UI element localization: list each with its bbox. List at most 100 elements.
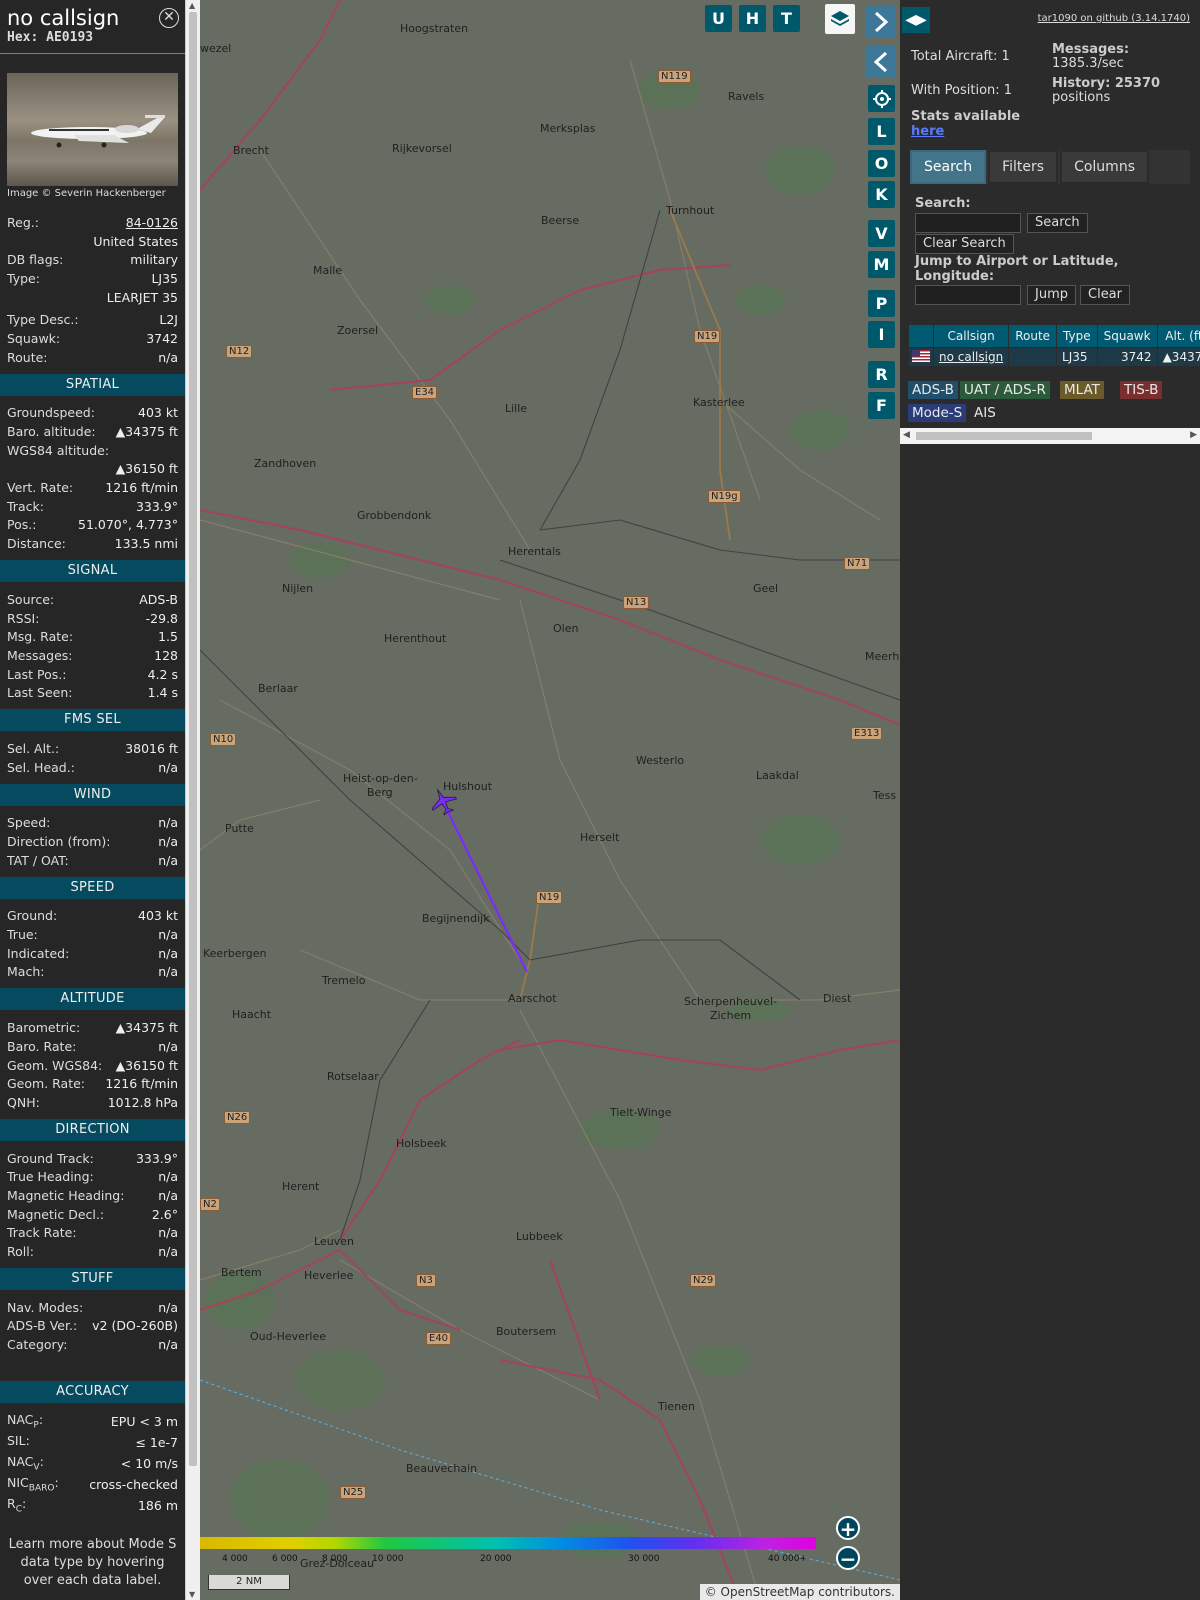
road-label: N119 (658, 70, 691, 83)
road-label: N26 (224, 1111, 251, 1124)
info-value: < 10 m/s (120, 1455, 178, 1471)
clear-button[interactable]: Clear (1080, 285, 1130, 305)
history-label: History: 25370 (1052, 76, 1161, 91)
place-label: Herentals (508, 545, 561, 558)
zoom-out-button[interactable]: − (836, 1546, 860, 1570)
place-label: Beerse (541, 214, 580, 227)
cell-callsign[interactable]: no callsign (932, 347, 1010, 367)
info-label: Vert. Rate: (7, 480, 74, 496)
info-label: Type Desc.: (7, 312, 79, 328)
place-label: Beauvechain (406, 1462, 478, 1475)
map-button-o[interactable]: O (868, 150, 895, 177)
place-label: Keerbergen (203, 947, 267, 960)
column-header[interactable]: Route (1008, 324, 1058, 348)
map-button-l[interactable]: L (868, 118, 895, 145)
source-badge: UAT / ADS-R (960, 381, 1050, 399)
info-value: n/a (158, 964, 178, 980)
aircraft-photo[interactable] (7, 73, 178, 186)
place-label: Kasterlee (693, 396, 745, 409)
expand-right-button[interactable] (866, 6, 896, 38)
map-button-u[interactable]: U (705, 5, 732, 32)
map-view[interactable]: Hoogstraten wezel Merksplas Ravels Brecht Rij… (200, 0, 900, 1600)
info-value: 1216 ft/min (105, 480, 178, 496)
legend-tick: 4 000 (222, 1554, 248, 1564)
info-value: n/a (158, 1299, 178, 1315)
scroll-thumb[interactable] (189, 12, 197, 1466)
map-button-m[interactable]: M (868, 251, 895, 278)
label-text: SIL: (7, 1433, 30, 1449)
column-header[interactable]: Squawk (1096, 324, 1158, 348)
jump-button[interactable]: Jump (1027, 285, 1076, 305)
info-label: Magnetic Heading: (7, 1187, 125, 1203)
tab-search[interactable]: Search (910, 150, 987, 184)
layers-button[interactable] (825, 4, 855, 34)
map-button-v[interactable]: V (868, 220, 895, 247)
info-row: True Heading: n/a (0, 1167, 185, 1186)
info-row: DB flags: military (0, 250, 185, 269)
scroll-down-icon[interactable]: ▼ (189, 1590, 195, 1599)
clear-search-button[interactable]: Clear Search (915, 234, 1014, 254)
info-value: 186 m (137, 1497, 178, 1513)
settings-button[interactable] (868, 85, 895, 112)
map-button-k[interactable]: K (868, 181, 895, 208)
jump-input[interactable] (915, 285, 1021, 305)
tab-columns[interactable]: Columns (1060, 150, 1149, 184)
info-value: n/a (158, 1337, 178, 1353)
place-label: Zichem (710, 1009, 752, 1022)
github-link[interactable]: tar1090 on github (3.14.1740) (1038, 13, 1190, 24)
info-label: Ground Track: (7, 1150, 94, 1166)
map-button-p[interactable]: P (868, 290, 895, 317)
table-row[interactable]: no callsign LJ35 3742 ▲34375 (908, 347, 1200, 367)
road-label: E40 (426, 1332, 452, 1345)
legend-tick: 30 000 (628, 1554, 660, 1564)
stats-link[interactable]: here (911, 124, 944, 139)
map-button-i[interactable]: I (868, 321, 895, 348)
info-label: Groundspeed: (7, 405, 95, 421)
info-row: Route: n/a (0, 348, 185, 367)
close-icon[interactable]: ✕ (159, 8, 179, 28)
toggle-sidebar-button[interactable]: ◀▶ (902, 7, 930, 33)
road-label: N19 (536, 891, 563, 904)
map-attribution[interactable]: © OpenStreetMap contributors. (699, 1584, 900, 1600)
table-hscrollbar[interactable]: ◀ ▶ (900, 428, 1200, 444)
map-button-h[interactable]: H (739, 5, 766, 32)
info-row: LEARJET 35 (0, 288, 185, 307)
info-label: TAT / OAT: (7, 852, 69, 868)
place-label: Haacht (232, 1008, 272, 1021)
info-label: Reg.: (7, 214, 39, 230)
search-input[interactable] (915, 213, 1021, 233)
place-label: Olen (553, 622, 579, 635)
collapse-left-button[interactable] (866, 46, 896, 78)
info-value: 2.6° (151, 1206, 178, 1222)
info-sections: SPATIAL Groundspeed: 403 kt Baro. altitude:… (0, 373, 185, 1354)
scroll-up-icon[interactable]: ▲ (189, 1, 195, 10)
hscroll-thumb[interactable] (916, 432, 1092, 440)
info-row: Type: LJ35 (0, 269, 185, 288)
aircraft-marker-icon[interactable] (428, 786, 458, 816)
column-header[interactable]: Alt. (ft) (1156, 324, 1200, 348)
column-header[interactable]: Callsign (932, 324, 1010, 348)
map-button-r[interactable]: R (868, 361, 895, 388)
search-button[interactable]: Search (1027, 213, 1088, 233)
column-header[interactable]: Type (1056, 324, 1098, 348)
zoom-in-button[interactable]: + (836, 1516, 860, 1540)
info-row: Reg.: 84-0126 (0, 213, 185, 232)
road-label: N12 (226, 345, 253, 358)
info-value: 38016 ft (125, 740, 178, 756)
info-value: n/a (158, 759, 178, 775)
info-value: cross-checked (89, 1476, 178, 1492)
place-label: Heist-op-den- (343, 772, 418, 785)
place-label: Herent (282, 1180, 320, 1193)
tab-filters[interactable]: Filters (988, 150, 1059, 184)
info-scrollbar[interactable]: ▲ ▼ (185, 0, 200, 1600)
column-header[interactable] (908, 324, 934, 348)
stats-label: Stats available (911, 109, 1021, 124)
map-button-f[interactable]: F (868, 392, 895, 419)
info-row: Geom. WGS84: ▲36150 ft (0, 1056, 185, 1075)
info-value: 133.5 nmi (114, 536, 178, 552)
map-button-t[interactable]: T (773, 5, 800, 32)
info-value: -29.8 (145, 610, 178, 626)
scroll-left-icon[interactable]: ◀ (903, 430, 910, 440)
scroll-right-icon[interactable]: ▶ (1190, 430, 1197, 440)
info-value[interactable]: 84-0126 (126, 215, 178, 230)
